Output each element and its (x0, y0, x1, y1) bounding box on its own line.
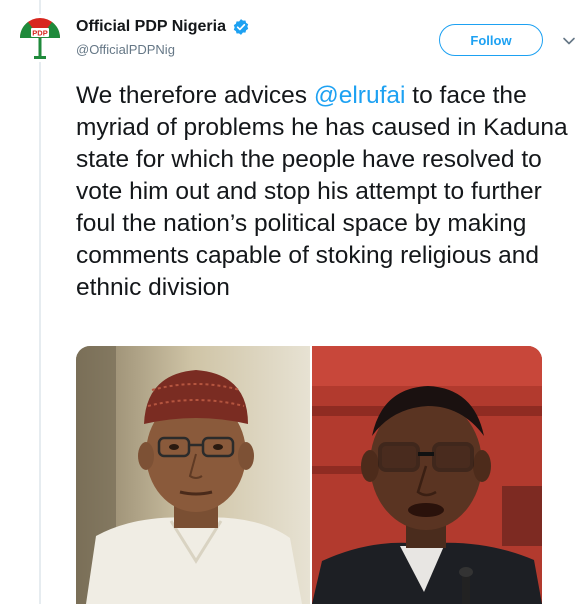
author-name-row: Official PDP Nigeria (76, 18, 250, 36)
photo-man-with-cap[interactable] (76, 346, 310, 604)
verified-badge-icon (232, 18, 250, 36)
thread-line (39, 0, 41, 604)
tweet-media[interactable] (76, 346, 542, 604)
photo-man-with-glasses[interactable] (312, 346, 542, 604)
tweet-container: PDP Official PDP Nigeria @OfficialPDPNig… (0, 0, 584, 604)
display-name[interactable]: Official PDP Nigeria (76, 18, 226, 36)
author-handle[interactable]: @OfficialPDPNig (76, 42, 175, 57)
tweet-text-part: We therefore advices (76, 82, 314, 109)
tweet-text: We therefore advices @elrufai to face th… (76, 80, 576, 304)
pdp-logo-icon: PDP (16, 14, 64, 62)
follow-button[interactable]: Follow (439, 24, 543, 56)
chevron-down-icon[interactable] (562, 34, 576, 48)
logo-text: PDP (32, 29, 47, 38)
mention-link[interactable]: @elrufai (314, 82, 406, 109)
tweet-text-part: to face the myriad of problems he has ca… (76, 82, 568, 301)
avatar[interactable]: PDP (16, 14, 64, 62)
